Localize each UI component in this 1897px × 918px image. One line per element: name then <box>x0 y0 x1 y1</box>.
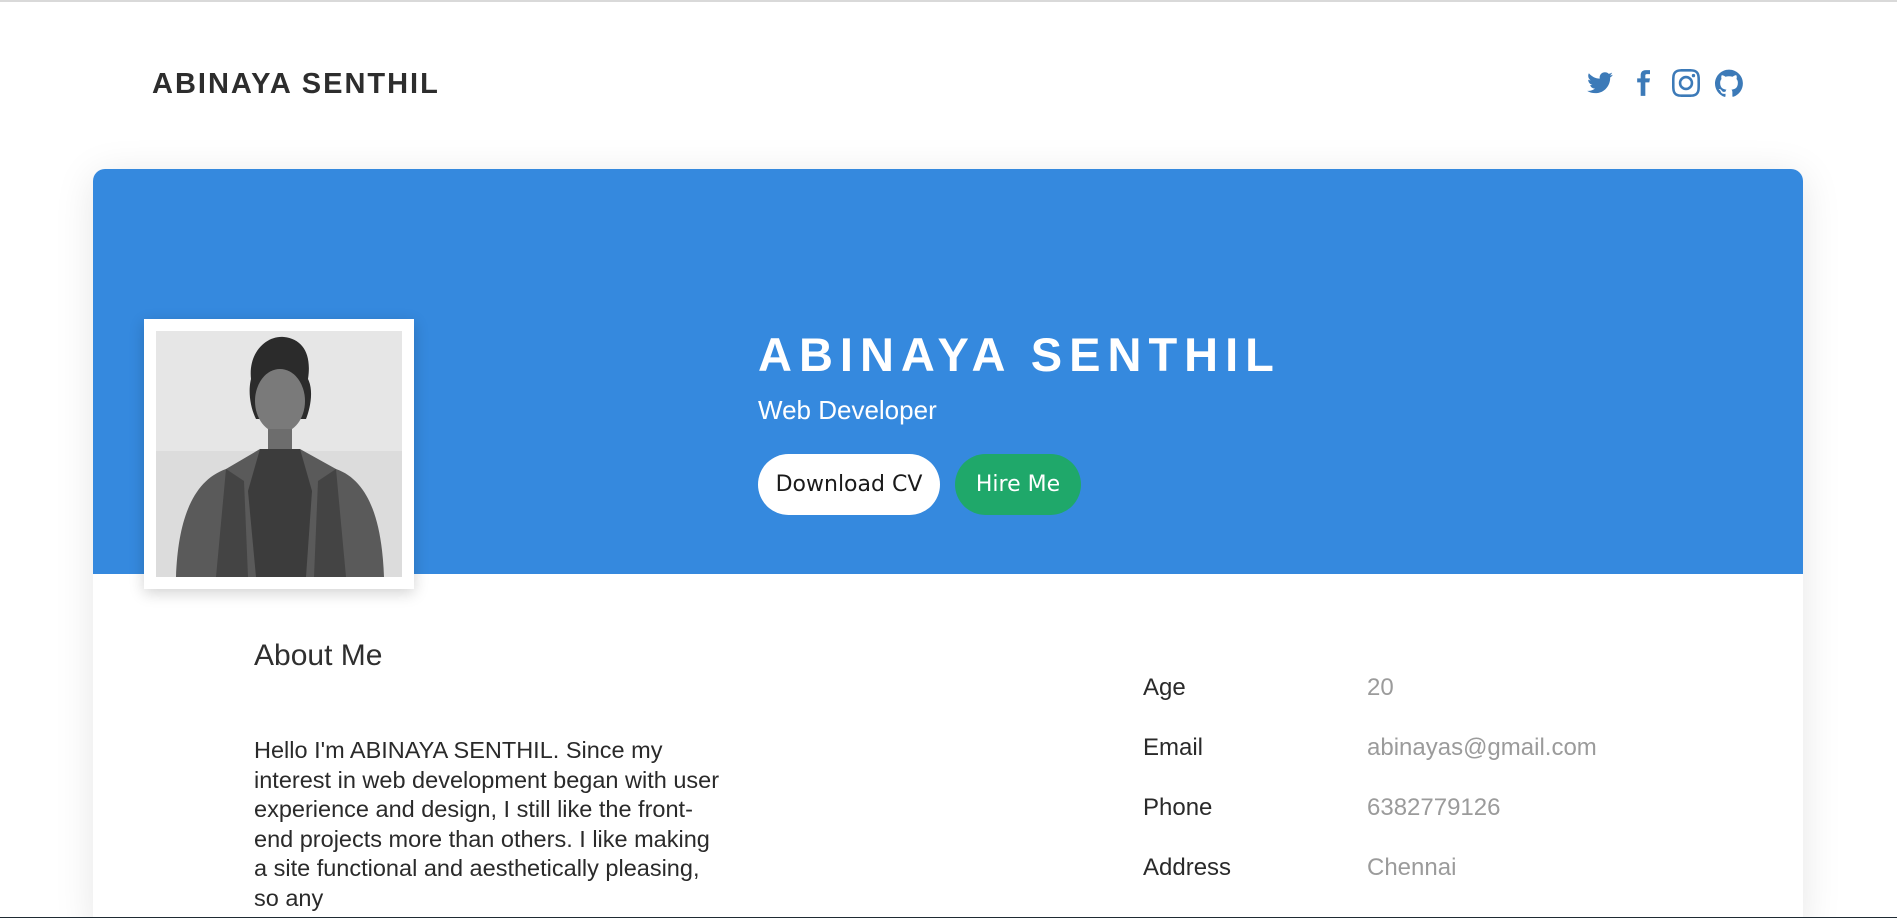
phone-value: 6382779126 <box>1367 794 1501 821</box>
about-text: Hello I'm ABINAYA SENTHIL. Since my inte… <box>254 737 720 911</box>
info-row-phone: Phone 6382779126 <box>1143 794 1703 854</box>
portfolio-page: ABINAYA SENTHIL ABINAYA SENTHIL Web Deve… <box>0 0 1897 918</box>
profile-photo-image <box>156 331 402 577</box>
info-row-age: Age 20 <box>1143 674 1703 734</box>
site-name[interactable]: ABINAYA SENTHIL <box>152 68 440 101</box>
twitter-icon[interactable] <box>1585 68 1614 98</box>
facebook-icon[interactable] <box>1628 68 1657 98</box>
about-title: About Me <box>254 639 383 672</box>
profile-photo-frame <box>144 319 414 589</box>
age-value: 20 <box>1367 674 1394 701</box>
address-value: Chennai <box>1367 854 1457 881</box>
social-links <box>1585 68 1743 98</box>
instagram-icon[interactable] <box>1671 68 1700 98</box>
email-label: Email <box>1143 734 1204 761</box>
hero-role: Web Developer <box>758 395 937 425</box>
download-cv-button[interactable]: Download CV <box>758 454 940 515</box>
info-row-email: Email abinayas@gmail.com <box>1143 734 1703 794</box>
profile-photo <box>156 331 402 577</box>
top-bar: ABINAYA SENTHIL <box>0 2 1897 167</box>
profile-card: ABINAYA SENTHIL Web Developer Download C… <box>93 169 1803 918</box>
email-value: abinayas@gmail.com <box>1367 734 1597 761</box>
address-label: Address <box>1143 854 1232 881</box>
hero-name: ABINAYA SENTHIL <box>758 328 1281 381</box>
hire-me-button[interactable]: Hire Me <box>955 454 1081 515</box>
info-table: Age 20 Email abinayas@gmail.com Phone 63… <box>1143 674 1703 914</box>
info-row-address: Address Chennai <box>1143 854 1703 914</box>
phone-label: Phone <box>1143 794 1213 821</box>
github-icon[interactable] <box>1714 68 1743 98</box>
age-label: Age <box>1143 674 1186 701</box>
